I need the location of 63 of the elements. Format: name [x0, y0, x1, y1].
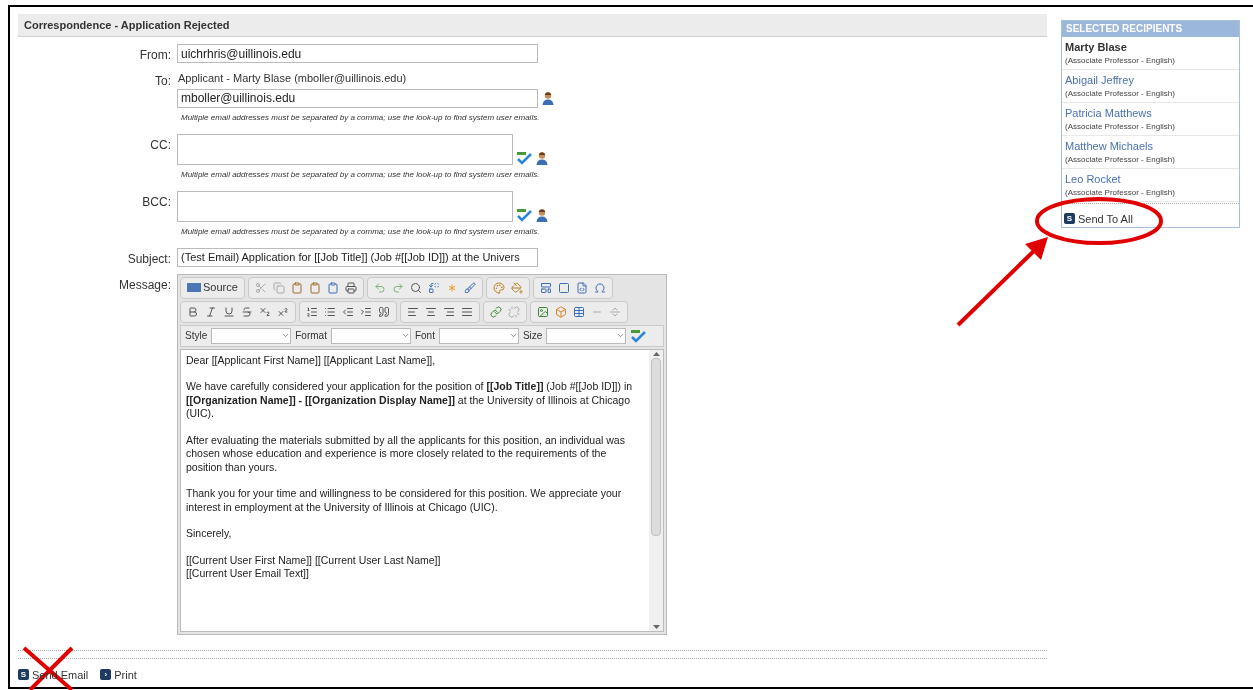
recipient-name: Marty Blase: [1065, 39, 1128, 55]
to-field[interactable]: mboller@uillinois.edu: [177, 88, 538, 108]
field-label: Message:: [117, 276, 172, 294]
message-paragraph: Thank you for your time and willingness to be considered for this position. We appreciate your interest in employment at the University of Illinois at Chicago (UIC).: [186, 487, 623, 514]
recipient-role: (Associate Professor - English): [1065, 154, 1176, 166]
recipient-role: (Associate Professor - English): [1065, 121, 1176, 133]
message-paragraph: [[Current User First Name]] [[Current User Last Name]] [[Current User Email Text]]: [186, 553, 442, 581]
subject-field[interactable]: (Test Email) Application for [[Job Title]] (Job #[[Job ID]]) at the Univers: [177, 247, 538, 267]
field-hint: Multiple email addresses must be separated by a comma; use the look-up to find system user emails.: [181, 111, 541, 124]
recipient-role: (Associate Professor - English): [1065, 88, 1176, 100]
recipient-name: Abigail Jeffrey: [1065, 72, 1135, 88]
field-hint: Multiple email addresses must be separated by a comma; use the look-up to find system user emails.: [181, 168, 541, 181]
dropdown-caret-icon: [281, 331, 291, 340]
dropdown-caret-icon: [616, 331, 626, 340]
action-icon: ›: [100, 669, 112, 681]
recipient-item[interactable]: Marty Blase (Associate Professor - English): [1062, 36, 1239, 70]
bcc-field[interactable]: [177, 190, 513, 222]
recipient-item[interactable]: Leo Rocket (Associate Professor - English): [1062, 168, 1239, 202]
spellcheck-icon[interactable]: [516, 207, 532, 222]
recipient-name: Patricia Matthews: [1065, 105, 1153, 121]
person-lookup-icon[interactable]: [535, 207, 549, 222]
field-label: To:: [154, 73, 172, 90]
spellcheck-icon[interactable]: [516, 150, 532, 165]
scrollbar-thumb[interactable]: [651, 357, 661, 536]
combo-label: Font: [414, 329, 435, 343]
combo-dropdown[interactable]: [211, 327, 292, 344]
field-label: From:: [138, 47, 172, 64]
recipient-role: (Associate Professor - English): [1065, 55, 1176, 67]
from-field[interactable]: uichrhris@uillinois.edu: [177, 44, 538, 63]
field-label: CC:: [149, 136, 172, 154]
scroll-down-icon[interactable]: [652, 624, 660, 629]
field-hint: Multiple email addresses must be separated by a comma; use the look-up to find system user emails.: [181, 225, 541, 238]
recipient-item[interactable]: Abigail Jeffrey (Associate Professor - English): [1062, 69, 1239, 103]
message-paragraph: Sincerely,: [186, 527, 233, 541]
combo-label: Size: [522, 329, 543, 343]
recipients-title: SELECTED RECIPIENTS: [1062, 21, 1239, 37]
dropdown-caret-icon: [508, 331, 518, 340]
panel-header: Correspondence - Application Rejected: [18, 14, 1047, 37]
recipient-name: Leo Rocket: [1065, 171, 1122, 187]
message-paragraph: We have carefully considered your application for the position of [[Job Title]] (Job #[[Job ID]]) in [[Organization Name]] - [[Organization Display Name]] at the University of Illinois at Chicago (UIC).: [186, 380, 634, 421]
recipient-role: (Associate Professor - English): [1065, 187, 1176, 199]
field-label: Subject:: [126, 250, 172, 268]
to-recipient: Applicant - Marty Blase (mboller@uillinois.edu): [178, 71, 408, 86]
print-button[interactable]: › Print: [100, 666, 137, 683]
person-lookup-icon[interactable]: [535, 150, 549, 165]
person-lookup-icon[interactable]: [541, 91, 555, 105]
message-paragraph: Dear [[Applicant First Name]] [[Applicant Last Name]],: [186, 353, 437, 367]
recipient-item[interactable]: Matthew Michaels (Associate Professor - English): [1062, 135, 1239, 169]
combo-dropdown[interactable]: [546, 327, 627, 344]
message-paragraph: After evaluating the materials submitted by all the applicants for this position, an individual was chosen whose education and experience is more closely related to the requirements of the position than yours.: [186, 433, 626, 474]
combo-label: Format: [295, 329, 327, 343]
combo-dropdown[interactable]: [438, 327, 519, 344]
combo-dropdown[interactable]: [330, 327, 411, 344]
dropdown-caret-icon: [400, 331, 410, 340]
recipient-name: Matthew Michaels: [1065, 138, 1155, 154]
send-to-all-button[interactable]: S Send To All: [1062, 210, 1239, 227]
recipient-item[interactable]: Patricia Matthews (Associate Professor - English): [1062, 102, 1239, 136]
spellcheck-icon[interactable]: [630, 328, 647, 343]
combo-label: Style: [185, 329, 208, 343]
cc-field[interactable]: [177, 133, 513, 165]
action-icon: S: [18, 669, 29, 681]
field-label: BCC:: [141, 193, 172, 211]
action-icon: S: [1064, 213, 1075, 225]
